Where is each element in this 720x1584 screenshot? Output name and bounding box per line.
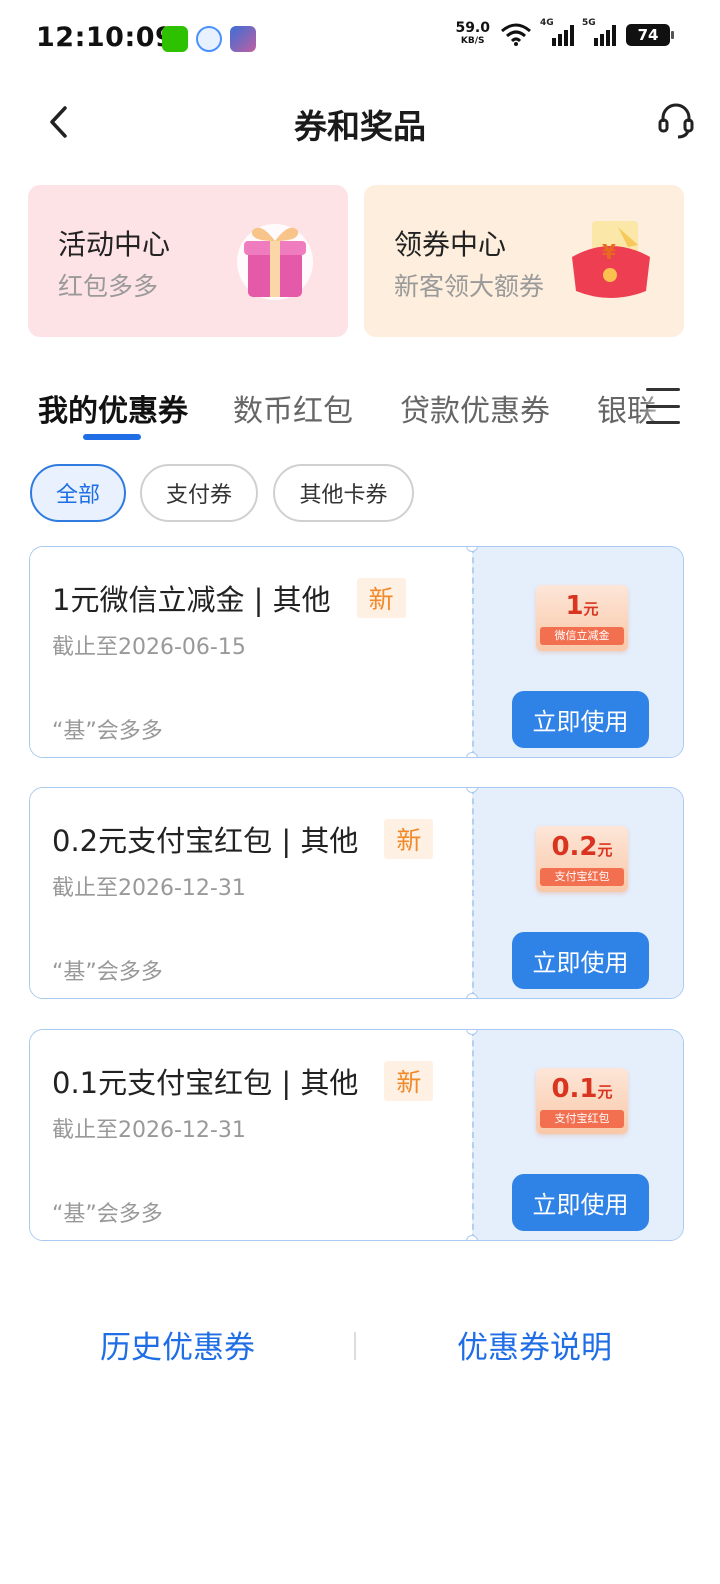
new-badge: 新: [384, 819, 434, 859]
coupon-info: 0.2元支付宝红包 | 其他 新 截止至2026-12-31 “基”会多多: [30, 788, 472, 998]
coupon-tabs: 我的优惠券 数币红包 贷款优惠券 银联: [0, 380, 720, 444]
notch: [466, 993, 478, 998]
signal-5g-icon: 5G: [582, 18, 616, 46]
coupon-center-card[interactable]: 领券中心 新客领大额券 ¥: [364, 185, 684, 337]
coupon-ticket-image: 0.2元 支付宝红包: [536, 826, 628, 892]
red-envelope-icon: ¥: [572, 221, 650, 298]
coupon-explanation-link[interactable]: 优惠券说明: [457, 1322, 612, 1367]
coupon-title: 1元微信立减金 | 其他 新: [52, 577, 406, 619]
promo-subtitle: 红包多多: [58, 272, 159, 301]
tab-loan-coupons[interactable]: 贷款优惠券: [400, 386, 550, 430]
browser-icon: [196, 26, 222, 52]
coupon-source: “基”会多多: [52, 960, 163, 985]
game-app-icon: [230, 26, 256, 52]
coupon-expiry: 截止至2026-12-31: [52, 1118, 246, 1143]
notch: [466, 1235, 478, 1240]
tab-indicator: [83, 434, 141, 440]
coupon-title: 0.2元支付宝红包 | 其他 新: [52, 818, 434, 860]
coupon-expiry: 截止至2026-06-15: [52, 635, 246, 660]
headset-icon: [658, 103, 694, 139]
tab-my-coupons[interactable]: 我的优惠券: [38, 386, 188, 430]
use-now-button[interactable]: 立即使用: [512, 1174, 649, 1231]
gift-box-icon: [237, 224, 313, 300]
new-badge: 新: [384, 1061, 434, 1101]
ticket-label: 支付宝红包: [540, 868, 624, 886]
page-title: 券和奖品: [294, 107, 426, 146]
coupon-action: 1元 微信立减金 立即使用: [472, 547, 683, 757]
coupon-info: 1元微信立减金 | 其他 新 截止至2026-06-15 “基”会多多: [30, 547, 472, 757]
svg-text:¥: ¥: [602, 240, 616, 264]
footer-divider: [354, 1332, 356, 1360]
wechat-icon: [162, 26, 188, 52]
status-bar: 12:10:09 59.0 KB/S 4G 5G 74: [0, 0, 720, 80]
ticket-label: 支付宝红包: [540, 1110, 624, 1128]
promo-title: 领券中心: [394, 228, 507, 261]
coupon-source: “基”会多多: [52, 1202, 163, 1227]
ticket-amount: 0.2: [551, 832, 598, 862]
promo-title: 活动中心: [58, 228, 171, 261]
activity-center-card[interactable]: 活动中心 红包多多: [28, 185, 348, 337]
coupon-card: 1元微信立减金 | 其他 新 截止至2026-06-15 “基”会多多 1元 微…: [29, 546, 684, 758]
network-speed: 59.0 KB/S: [455, 20, 490, 46]
coupon-ticket-image: 1元 微信立减金: [536, 585, 628, 651]
chip-other-cards[interactable]: 其他卡券: [273, 464, 414, 522]
history-coupons-link[interactable]: 历史优惠券: [100, 1322, 255, 1367]
chip-all[interactable]: 全部: [30, 464, 126, 522]
ticket-unit: 元: [597, 841, 613, 859]
battery-icon: 74: [626, 24, 674, 46]
promo-subtitle: 新客领大额券: [394, 272, 545, 301]
coupon-info: 0.1元支付宝红包 | 其他 新 截止至2026-12-31 “基”会多多: [30, 1030, 472, 1240]
coupon-action: 0.2元 支付宝红包 立即使用: [472, 788, 683, 998]
header: 券和奖品: [0, 80, 720, 164]
ticket-amount: 1: [565, 591, 584, 621]
ticket-label: 微信立减金: [540, 627, 624, 645]
status-notification-icons: [162, 26, 256, 52]
wifi-icon: [501, 23, 531, 46]
tab-menu-button[interactable]: [646, 388, 680, 424]
status-indicators: 59.0 KB/S 4G 5G 74: [455, 18, 674, 48]
new-badge: 新: [356, 578, 406, 618]
coupon-card: 0.2元支付宝红包 | 其他 新 截止至2026-12-31 “基”会多多 0.…: [29, 787, 684, 999]
coupon-title: 0.1元支付宝红包 | 其他 新: [52, 1060, 434, 1102]
notch: [466, 752, 478, 757]
coupon-source: “基”会多多: [52, 719, 163, 744]
use-now-button[interactable]: 立即使用: [512, 691, 649, 748]
coupon-card: 0.1元支付宝红包 | 其他 新 截止至2026-12-31 “基”会多多 0.…: [29, 1029, 684, 1241]
use-now-button[interactable]: 立即使用: [512, 932, 649, 989]
ticket-unit: 元: [597, 1083, 613, 1101]
coupon-expiry: 截止至2026-12-31: [52, 876, 246, 901]
ticket-amount: 0.1: [551, 1074, 598, 1104]
customer-service-button[interactable]: [654, 98, 698, 142]
coupon-action: 0.1元 支付宝红包 立即使用: [472, 1030, 683, 1240]
status-time: 12:10:09: [36, 22, 175, 53]
tab-digital-currency[interactable]: 数币红包: [233, 386, 353, 430]
chip-payment[interactable]: 支付券: [140, 464, 258, 522]
ticket-unit: 元: [583, 600, 599, 618]
coupon-ticket-image: 0.1元 支付宝红包: [536, 1068, 628, 1134]
signal-4g-icon: 4G: [540, 18, 574, 46]
